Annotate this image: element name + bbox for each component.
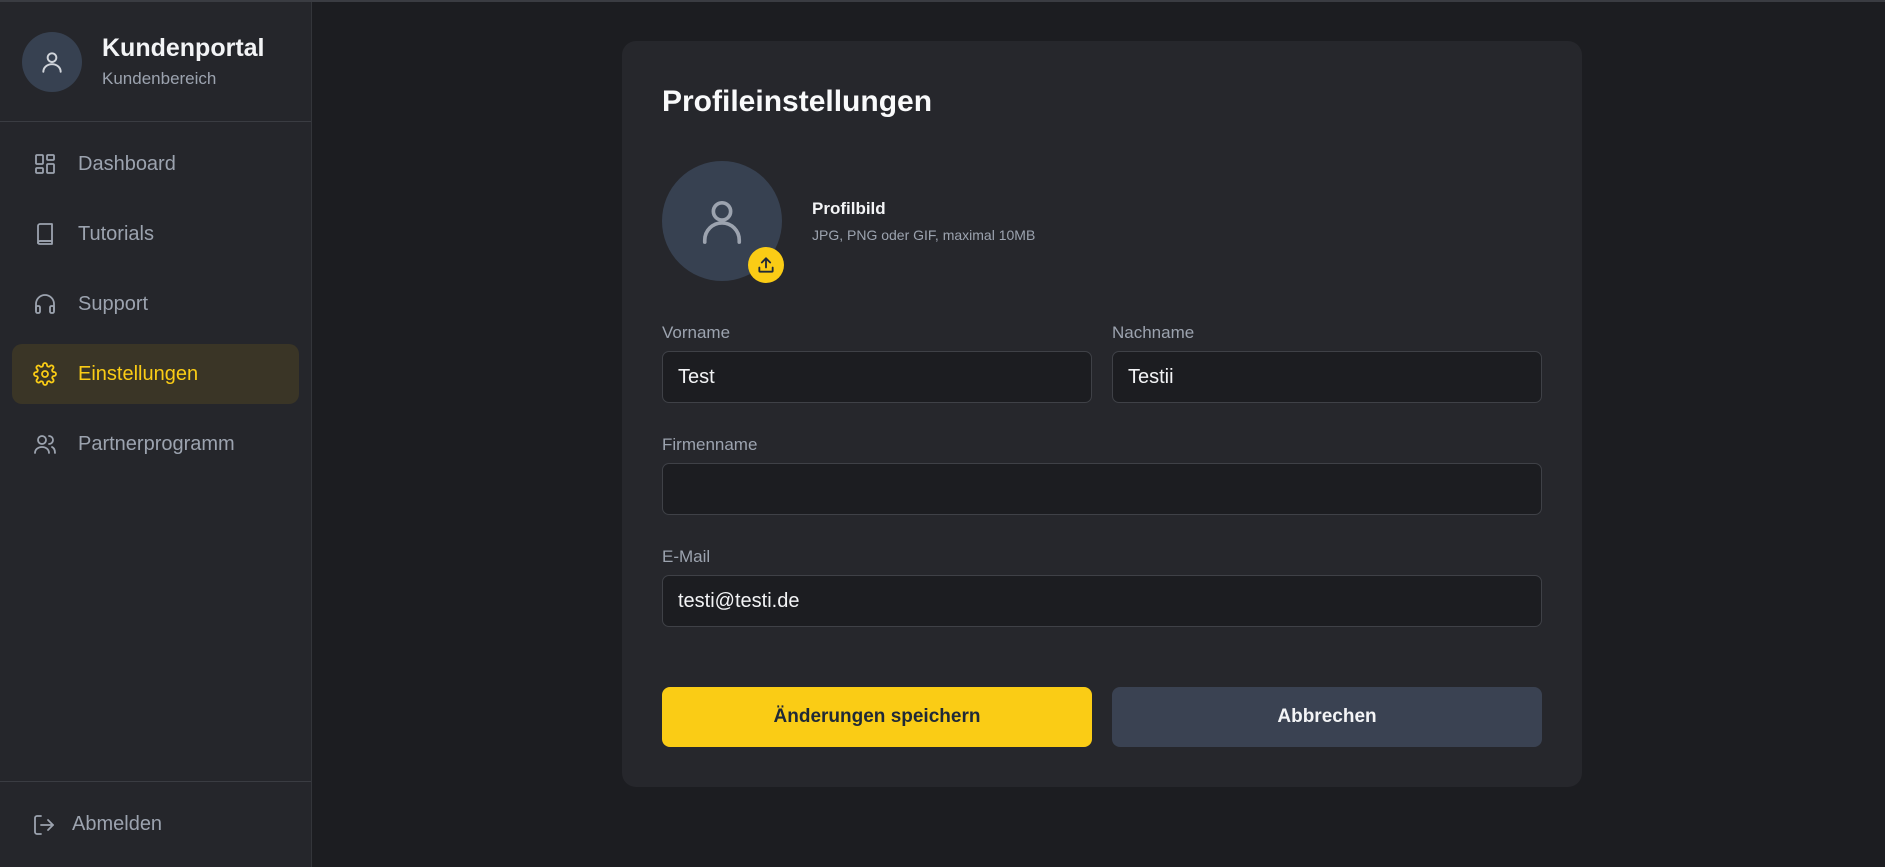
first-name-label: Vorname — [662, 323, 731, 342]
user-icon — [22, 31, 82, 92]
sidebar-item-einstellungen[interactable]: Einstellungen — [12, 344, 299, 404]
user-icon — [702, 200, 742, 244]
sidebar-item-label: Tutorials — [78, 222, 154, 245]
company-field[interactable] — [662, 463, 1542, 515]
sidebar-nav: Dashboard Tutorials Support Einstellunge… — [0, 122, 311, 474]
grid-icon — [32, 151, 58, 177]
sidebar-item-partnerprogramm[interactable]: Partnerprogramm — [12, 414, 299, 474]
upload-photo-button[interactable] — [748, 247, 784, 283]
sidebar: Kundenportal Kundenbereich Dashboard Tut… — [0, 2, 312, 867]
profile-picture-label: Profilbild — [812, 199, 886, 218]
last-name-label: Nachname — [1112, 323, 1195, 342]
book-icon — [32, 221, 58, 247]
sidebar-item-tutorials[interactable]: Tutorials — [12, 204, 299, 264]
profile-picture-hint: JPG, PNG oder GIF, maximal 10MB — [812, 227, 1036, 243]
sidebar-item-support[interactable]: Support — [12, 274, 299, 334]
sidebar-item-label: Partnerprogramm — [78, 432, 235, 455]
upload-icon — [758, 257, 774, 273]
brand-header: Kundenportal Kundenbereich — [0, 2, 311, 122]
brand-subtitle: Kundenbereich — [102, 69, 217, 88]
logout-button[interactable]: Abmelden — [0, 781, 311, 867]
first-name-field[interactable] — [662, 351, 1092, 403]
headphones-icon — [32, 291, 58, 317]
logout-label: Abmelden — [72, 813, 163, 835]
brand-title: Kundenportal — [102, 34, 265, 62]
logout-icon — [32, 812, 58, 838]
sidebar-item-label: Dashboard — [78, 152, 176, 175]
page-title: Profileinstellungen — [662, 85, 933, 118]
sidebar-item-dashboard[interactable]: Dashboard — [12, 134, 299, 194]
cancel-button[interactable]: Abbrechen — [1112, 687, 1542, 747]
sidebar-item-label: Einstellungen — [78, 362, 199, 385]
email-label: E-Mail — [662, 547, 711, 566]
save-button[interactable]: Änderungen speichern — [662, 687, 1092, 747]
company-label: Firmenname — [662, 435, 758, 454]
profile-settings-card: Profileinstellungen Profilbild JPG, PNG … — [622, 41, 1582, 787]
users-icon — [32, 431, 58, 457]
sidebar-item-label: Support — [78, 292, 149, 315]
email-field[interactable] — [662, 575, 1542, 627]
last-name-field[interactable] — [1112, 351, 1542, 403]
gear-icon — [32, 361, 58, 387]
